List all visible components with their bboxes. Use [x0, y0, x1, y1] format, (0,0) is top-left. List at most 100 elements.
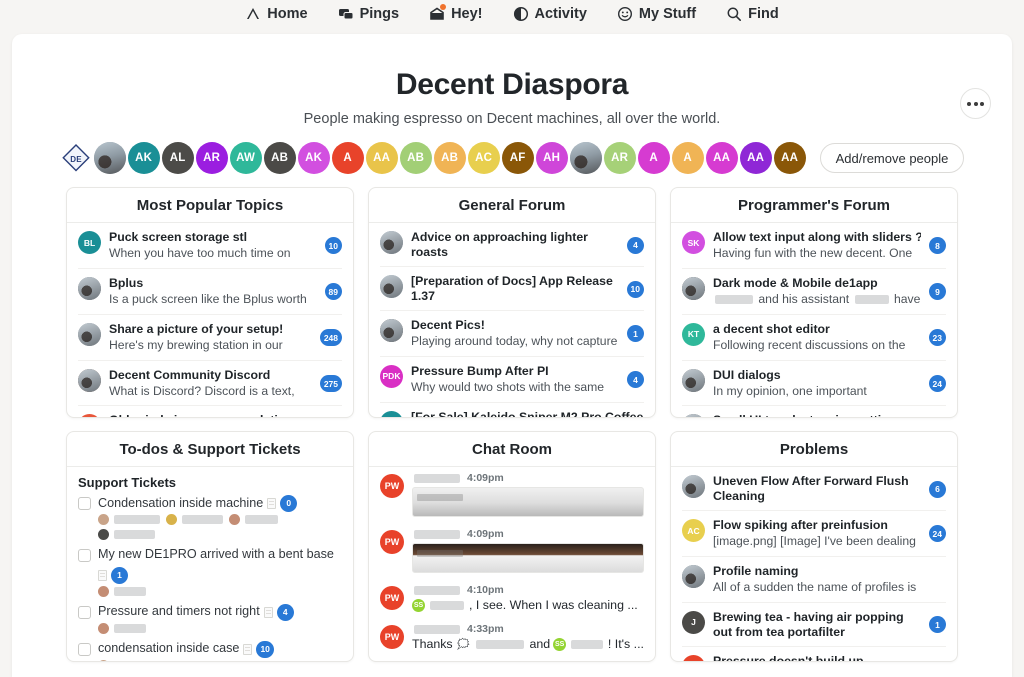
- notification-dot: [440, 4, 447, 10]
- assignee: [98, 514, 162, 525]
- person-avatar[interactable]: AB: [433, 142, 466, 174]
- topic-title: Share a picture of your setup!: [109, 321, 284, 336]
- topic-text: Pressure Bump After PI Why would two shot…: [411, 364, 619, 396]
- chat-image-attachment[interactable]: [412, 487, 644, 517]
- reply-count-badge: 6: [929, 480, 946, 498]
- person-avatar[interactable]: A: [637, 142, 670, 174]
- person-avatar[interactable]: AL: [161, 142, 194, 174]
- topic-row[interactable]: KT a decent shot editor Following recent d…: [682, 315, 946, 361]
- todo-label: Pressure and timers not right 4: [98, 603, 294, 621]
- person-avatar[interactable]: AK: [127, 142, 160, 174]
- person-avatar[interactable]: AA: [739, 142, 772, 174]
- person-avatar[interactable]: AB: [263, 142, 296, 174]
- card-body-chat: PW 4:09pm PW 4:09pm PW 4:10pm SS , I see. When…: [369, 467, 655, 661]
- card-body-general: Advice on approaching lighter roasts 4 [Pr…: [369, 223, 655, 417]
- chat-image-attachment[interactable]: [412, 543, 644, 573]
- overflow-menu-button[interactable]: [960, 88, 991, 119]
- nav-item-pings[interactable]: Pings: [338, 6, 399, 22]
- topic-title: Bplus: [109, 275, 144, 290]
- topic-row[interactable]: BL Puck screen storage stl When you have t…: [78, 223, 342, 269]
- topic-row[interactable]: DUI dialogs In my opinion, one important 2…: [682, 361, 946, 407]
- topic-row[interactable]: Bplus Is a puck screen like the Bplus wor…: [78, 269, 342, 315]
- topic-row[interactable]: J Pressure doesn't build upHi, this morni…: [682, 647, 946, 661]
- assignee-avatar: [229, 514, 241, 525]
- card-body-todos: Support Tickets Condensation inside machi…: [67, 467, 353, 661]
- assignee-avatar: [98, 659, 109, 661]
- redacted-mention: [571, 639, 603, 649]
- person-avatar[interactable]: AC: [467, 142, 500, 174]
- todo-item[interactable]: condensation inside case 10: [78, 638, 342, 661]
- topic-snippet: [image.png] [Image] I've been dealing: [713, 534, 916, 548]
- topic-row[interactable]: Decent Community Discord What is Discord?…: [78, 361, 342, 407]
- chat-message[interactable]: PW 4:09pm: [369, 523, 655, 579]
- topic-row[interactable]: AC Flow spiking after preinfusion [image.p…: [682, 511, 946, 557]
- topic-row[interactable]: Uneven Flow After Forward Flush Cleaning…: [682, 467, 946, 511]
- chat-message[interactable]: PW 4:10pm SS , I see. When I was cleaning …: [369, 579, 655, 618]
- redacted-sender-name: [414, 473, 460, 483]
- topic-row[interactable]: Small UI tweaks to misc settings has ask…: [682, 406, 946, 417]
- topic-row[interactable]: Advice on approaching lighter roasts 4: [380, 223, 644, 267]
- assignee: [98, 622, 148, 634]
- topic-title: Allow text input along with sliders ?: [713, 230, 921, 244]
- todo-checkbox[interactable]: [78, 497, 91, 510]
- topic-title: [Preparation of Docs] App Release 1.37: [411, 274, 613, 303]
- reply-count-badge: 10: [324, 237, 342, 255]
- nav-item-hey[interactable]: Hey!: [429, 4, 483, 22]
- avatar: [78, 322, 101, 346]
- person-avatar[interactable]: DE: [59, 142, 92, 174]
- person-avatar[interactable]: AA: [773, 142, 806, 174]
- topic-row[interactable]: Dark mode & Mobile de1app and his assist…: [682, 269, 946, 315]
- avatar: KT: [682, 322, 705, 346]
- person-avatar[interactable]: AA: [705, 142, 738, 174]
- comment-count-badge: 10: [256, 640, 274, 658]
- topic-text: Decent Pics! Playing around today, why no…: [411, 318, 619, 350]
- topic-row[interactable]: J Brewing tea - having air popping out fr…: [682, 603, 946, 647]
- nav-label-activity: Activity: [534, 5, 587, 22]
- avatar: [682, 414, 705, 417]
- nav-item-find[interactable]: Find: [726, 6, 779, 22]
- person-avatar[interactable]: AF: [501, 142, 534, 174]
- person-avatar[interactable]: [569, 142, 602, 174]
- nav-item-activity[interactable]: Activity: [513, 6, 587, 22]
- nav-item-my-stuff[interactable]: My Stuff: [617, 6, 696, 22]
- todo-checkbox[interactable]: [78, 642, 91, 656]
- topic-row[interactable]: PDK Pressure Bump After PI Why would two s…: [380, 357, 644, 403]
- card-todos-support-tickets: To-dos & Support Tickets Support Tickets…: [66, 431, 354, 662]
- topic-row[interactable]: SM Old grind size recommendations and flo…: [78, 406, 342, 417]
- add-remove-people-button[interactable]: Add/remove people: [819, 143, 965, 173]
- person-avatar[interactable]: AH: [535, 142, 568, 174]
- reply-count-badge: 8: [929, 237, 946, 255]
- chat-message[interactable]: PW 4:09pm: [369, 467, 655, 523]
- person-avatar[interactable]: A: [671, 142, 704, 174]
- chat-message[interactable]: ScottS4:35pm👍: [369, 657, 655, 661]
- dot: [967, 101, 971, 106]
- todo-checkbox[interactable]: [78, 549, 91, 562]
- person-avatar[interactable]: AA: [365, 142, 398, 174]
- topic-row[interactable]: Profile naming All of a sudden the name o…: [682, 557, 946, 603]
- nav-item-home[interactable]: Home: [245, 6, 308, 22]
- topic-text: a decent shot editor Following recent dis…: [713, 322, 921, 354]
- topic-title: Small UI tweaks to misc settings: [713, 413, 921, 417]
- chat-message[interactable]: PW 4:33pm Thanks 🗯 and SS ! It's ...: [369, 618, 655, 657]
- assignee-avatar: [98, 622, 109, 634]
- person-avatar[interactable]: AR: [195, 142, 228, 174]
- person-avatar[interactable]: [93, 142, 126, 174]
- topic-row[interactable]: Decent Pics! Playing around today, why no…: [380, 311, 644, 357]
- search-icon: [726, 6, 742, 22]
- topic-row[interactable]: [Preparation of Docs] App Release 1.37 10: [380, 267, 644, 311]
- todo-item[interactable]: Pressure and timers not right 4: [78, 601, 342, 638]
- topic-row[interactable]: Share a picture of your setup! Here's my …: [78, 315, 342, 361]
- person-avatar[interactable]: AW: [229, 142, 262, 174]
- topic-row[interactable]: J [For Sale] Kaleido Sniper M2 Pro Coffee…: [380, 403, 644, 417]
- card-chat-room: Chat Room PW 4:09pm PW 4:09pm PW 4:10pm SS , I…: [368, 431, 656, 662]
- person-avatar[interactable]: AR: [603, 142, 636, 174]
- todo-checkbox[interactable]: [78, 605, 91, 619]
- person-avatar[interactable]: AK: [297, 142, 330, 174]
- person-avatar[interactable]: AB: [399, 142, 432, 174]
- person-avatar[interactable]: A: [331, 142, 364, 174]
- topic-row[interactable]: SK Allow text input along with sliders ? H…: [682, 223, 946, 269]
- avatar: AC: [682, 519, 705, 542]
- todo-item[interactable]: Condensation inside machine 0: [78, 492, 342, 544]
- topic-text: Pressure doesn't build upHi, this mornin…: [713, 654, 921, 661]
- todo-item[interactable]: My new DE1PRO arrived with a bent base 1: [78, 544, 342, 601]
